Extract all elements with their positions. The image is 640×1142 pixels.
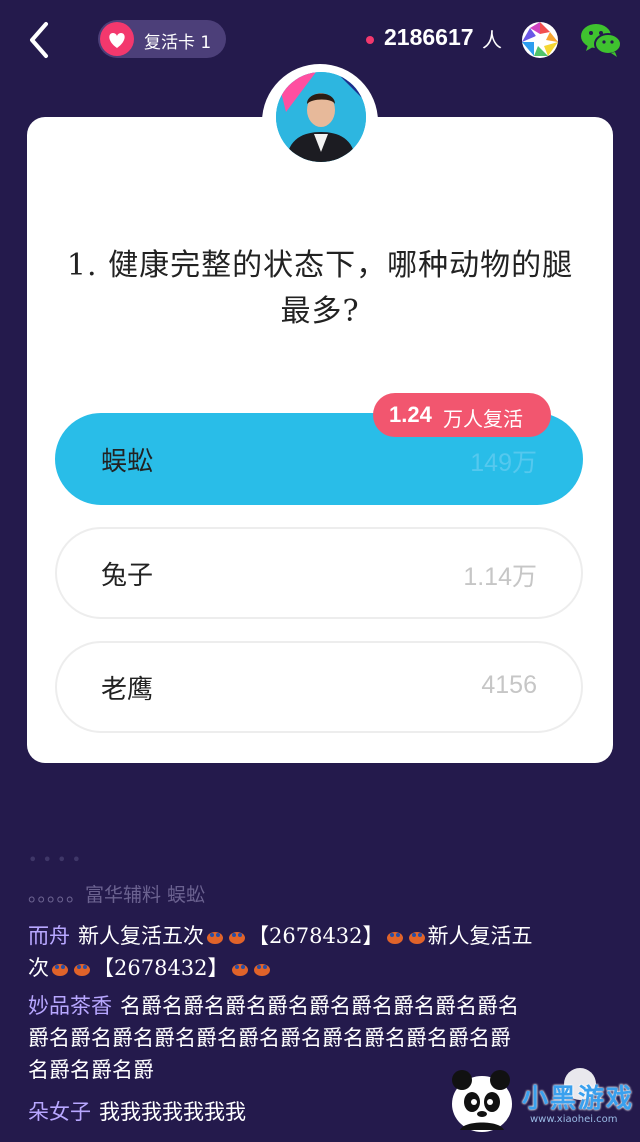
chat-text: 【2678432】 [248,924,384,948]
heart-icon [100,22,134,56]
chat-text: 我我我我我我我 [99,1100,246,1124]
online-unit: 人 [482,28,502,52]
crab-emoji-icon [386,932,403,944]
option-label: 老鹰 [101,675,154,705]
chat-username: 而舟 [28,924,70,948]
chat-username: 妙品茶香 [28,994,112,1018]
crab-emoji-icon [231,964,248,976]
badge-number: 1.24 [389,402,432,427]
option-3[interactable]: 老鹰 4156 [55,641,583,733]
crab-emoji-icon [253,964,270,976]
crab-emoji-icon [74,964,90,976]
revive-card-badge[interactable]: 复活卡 1 [98,20,226,58]
faded-chat-remnant: • • • • [28,850,82,869]
option-count: 149万 [470,449,537,477]
crab-emoji-icon [52,964,68,976]
crab-emoji-icon [207,932,223,944]
watermark-url: www.xiaohei.com [530,1114,618,1125]
live-dot [366,36,374,44]
wechat-icon[interactable] [580,20,622,60]
question-text: 1. 健康完整的状态下，哪种动物的腿最多? [66,248,574,329]
revive-card-label: 复活卡 1 [144,33,212,53]
question-card: 1. 健康完整的状态下，哪种动物的腿最多? 蜈蚣 149万 1.24 万人复活 … [27,117,613,763]
back-button[interactable] [22,18,58,62]
crab-emoji-icon [408,932,425,944]
chat-text: 新人复活五次 [78,924,204,948]
site-watermark: 小黑游戏 www.xiaohei.com [440,1064,640,1138]
watermark-name: 小黑游戏 [522,1084,635,1114]
aperture-icon[interactable] [520,20,560,60]
chevron-left-icon [30,22,48,58]
crab-emoji-icon [229,932,245,944]
revive-count-badge: 1.24 万人复活 [373,393,551,437]
host-avatar [276,72,366,162]
option-count: 1.14万 [463,563,537,591]
chat-message: 而舟 新人复活五次 【2678432】 新人复活五次 【2678432】 [28,920,548,984]
option-count: 4156 [481,671,537,699]
chat-faded-message: 。。。。。富华辅料 蜈蚣 [28,884,206,906]
badge-text: 万人复活 [443,407,523,431]
chat-username: 朵女子 [28,1100,91,1124]
option-label: 兔子 [101,561,154,591]
online-count: 2186617 [384,24,474,50]
option-2[interactable]: 兔子 1.14万 [55,527,583,619]
option-label: 蜈蚣 [101,447,154,477]
chat-text: 【2678432】 [93,956,229,980]
